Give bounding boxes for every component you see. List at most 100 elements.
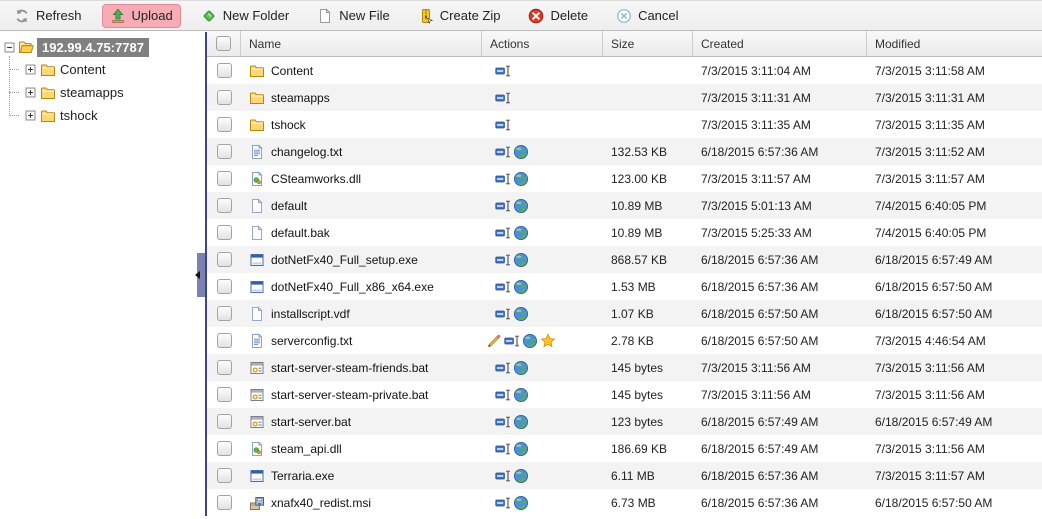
rename-icon[interactable]: [495, 414, 511, 430]
row-checkbox[interactable]: [217, 414, 232, 429]
file-name[interactable]: start-server.bat: [271, 415, 351, 429]
file-name[interactable]: Content: [271, 64, 313, 78]
file-name[interactable]: steamapps: [271, 91, 330, 105]
globe-icon[interactable]: [513, 495, 529, 511]
row-checkbox[interactable]: [217, 144, 232, 159]
file-name[interactable]: dotNetFx40_Full_x86_x64.exe: [271, 280, 434, 294]
column-header-name[interactable]: Name: [241, 31, 482, 56]
toolbar-new-folder-button[interactable]: New Folder: [193, 4, 297, 28]
rename-icon[interactable]: [495, 144, 511, 160]
row-checkbox[interactable]: [217, 306, 232, 321]
rename-icon[interactable]: [495, 468, 511, 484]
column-header-created[interactable]: Created: [693, 31, 867, 56]
row-checkbox[interactable]: [217, 360, 232, 375]
row-checkbox[interactable]: [217, 171, 232, 186]
row-checkbox[interactable]: [217, 225, 232, 240]
rename-icon[interactable]: [495, 252, 511, 268]
plus-box-icon[interactable]: [25, 87, 36, 98]
rename-icon[interactable]: [495, 90, 511, 106]
file-name[interactable]: dotNetFx40_Full_setup.exe: [271, 253, 418, 267]
globe-icon[interactable]: [513, 360, 529, 376]
modified-cell: 6/18/2015 6:57:50 AM: [867, 273, 1042, 300]
column-header-select[interactable]: [207, 31, 241, 56]
pencil-icon[interactable]: [486, 333, 502, 349]
globe-icon[interactable]: [513, 441, 529, 457]
tree-node-label[interactable]: Content: [60, 62, 106, 77]
splitter-collapse-handle[interactable]: [197, 253, 205, 297]
toolbar-delete-button[interactable]: Delete: [520, 4, 596, 28]
select-all-checkbox[interactable]: [216, 36, 231, 51]
globe-icon[interactable]: [513, 414, 529, 430]
rename-icon[interactable]: [495, 225, 511, 241]
row-checkbox[interactable]: [217, 468, 232, 483]
file-name[interactable]: Terraria.exe: [271, 469, 334, 483]
file-name[interactable]: installscript.vdf: [271, 307, 350, 321]
text-file-icon: [249, 333, 265, 349]
globe-icon[interactable]: [513, 279, 529, 295]
row-checkbox[interactable]: [217, 387, 232, 402]
plus-box-icon[interactable]: [25, 110, 36, 121]
globe-icon[interactable]: [513, 306, 529, 322]
rename-icon[interactable]: [495, 306, 511, 322]
row-checkbox[interactable]: [217, 495, 232, 510]
globe-icon[interactable]: [513, 198, 529, 214]
file-name[interactable]: start-server-steam-private.bat: [271, 388, 428, 402]
rename-icon[interactable]: [495, 171, 511, 187]
rename-icon[interactable]: [495, 441, 511, 457]
toolbar-create-zip-button[interactable]: Create Zip: [410, 4, 509, 28]
row-checkbox[interactable]: [217, 252, 232, 267]
globe-icon[interactable]: [513, 468, 529, 484]
toolbar-button-label: New Folder: [223, 8, 289, 23]
toolbar-upload-button[interactable]: Upload: [102, 4, 181, 28]
toolbar-cancel-button[interactable]: Cancel: [608, 4, 686, 28]
row-checkbox[interactable]: [217, 63, 232, 78]
size-cell: 6.73 MB: [603, 489, 693, 516]
column-header-modified[interactable]: Modified: [867, 31, 1042, 56]
column-header-actions[interactable]: Actions: [482, 31, 603, 56]
size-cell: 1.53 MB: [603, 273, 693, 300]
name-cell: changelog.txt: [241, 138, 482, 165]
file-name[interactable]: serverconfig.txt: [271, 334, 352, 348]
rename-icon[interactable]: [495, 279, 511, 295]
rename-icon[interactable]: [495, 117, 511, 133]
rename-icon[interactable]: [495, 63, 511, 79]
toolbar-refresh-button[interactable]: Refresh: [6, 4, 90, 28]
tree-root-label[interactable]: 192.99.4.75:7787: [37, 38, 149, 57]
row-checkbox[interactable]: [217, 333, 232, 348]
row-checkbox[interactable]: [217, 117, 232, 132]
globe-icon[interactable]: [513, 387, 529, 403]
tree-node-label[interactable]: tshock: [60, 108, 98, 123]
file-name[interactable]: xnafx40_redist.msi: [271, 496, 371, 510]
row-select-cell: [207, 165, 241, 192]
globe-icon[interactable]: [513, 144, 529, 160]
row-checkbox[interactable]: [217, 198, 232, 213]
file-name[interactable]: default: [271, 199, 307, 213]
file-name[interactable]: steam_api.dll: [271, 442, 342, 456]
globe-icon[interactable]: [513, 225, 529, 241]
column-header-label: Name: [249, 37, 281, 51]
rename-icon[interactable]: [495, 387, 511, 403]
tree-node-label[interactable]: steamapps: [60, 85, 124, 100]
rename-icon[interactable]: [495, 198, 511, 214]
rename-icon[interactable]: [504, 333, 520, 349]
row-checkbox[interactable]: [217, 441, 232, 456]
file-name[interactable]: CSteamworks.dll: [271, 172, 361, 186]
file-name[interactable]: start-server-steam-friends.bat: [271, 361, 428, 375]
globe-icon[interactable]: [513, 171, 529, 187]
plus-box-icon[interactable]: [25, 64, 36, 75]
row-checkbox[interactable]: [217, 90, 232, 105]
star-icon[interactable]: [540, 333, 556, 349]
column-header-size[interactable]: Size: [603, 31, 693, 56]
minus-box-icon[interactable]: [4, 42, 15, 53]
globe-icon[interactable]: [522, 333, 538, 349]
row-checkbox[interactable]: [217, 279, 232, 294]
actions-cell: [482, 84, 603, 111]
file-name[interactable]: tshock: [271, 118, 306, 132]
file-name[interactable]: changelog.txt: [271, 145, 342, 159]
toolbar-new-file-button[interactable]: New File: [309, 4, 398, 28]
file-name[interactable]: default.bak: [271, 226, 330, 240]
rename-icon[interactable]: [495, 360, 511, 376]
globe-icon[interactable]: [513, 252, 529, 268]
rename-icon[interactable]: [495, 495, 511, 511]
modified-date: 7/3/2015 3:11:31 AM: [875, 91, 985, 105]
